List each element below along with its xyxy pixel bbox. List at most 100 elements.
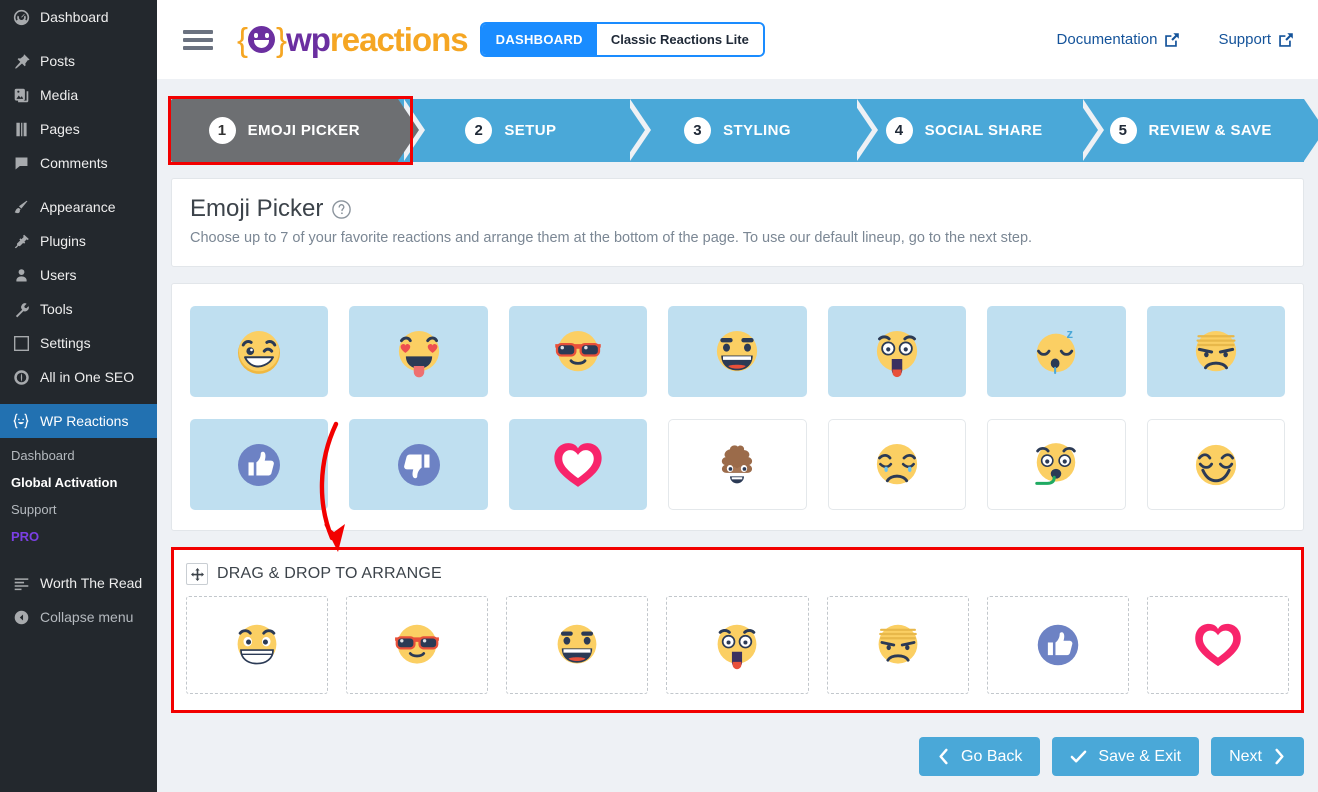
step-number: 4 xyxy=(885,117,913,144)
emoji-picker-header-card: Emoji Picker Choose up to 7 of your favo… xyxy=(171,178,1304,268)
emoji-tile-crying[interactable] xyxy=(827,419,967,511)
sidebar-item-pages[interactable]: Pages xyxy=(0,112,157,146)
sidebar-item-all-in-one-seo[interactable]: All in One SEO xyxy=(0,360,157,394)
sidebar-item-label: WP Reactions xyxy=(40,413,129,429)
plug-icon xyxy=(11,231,31,251)
arranged-tile-thumbs-up[interactable] xyxy=(986,596,1129,695)
sidebar-submenu: Dashboard Global Activation Support PRO xyxy=(0,438,157,556)
sidebar-item-comments[interactable]: Comments xyxy=(0,146,157,180)
step-number: 2 xyxy=(465,117,493,144)
sidebar-item-label: Users xyxy=(40,267,77,283)
submenu-item-support[interactable]: Support xyxy=(11,496,157,523)
sidebar-item-label: Media xyxy=(40,87,79,103)
collapse-icon xyxy=(11,607,31,627)
step-emoji-picker[interactable]: 1 EMOJI PICKER xyxy=(171,99,425,162)
chevron-left-icon xyxy=(939,748,948,765)
sidebar-divider xyxy=(0,394,157,404)
check-icon xyxy=(1071,750,1087,763)
arranged-tile-shocked[interactable] xyxy=(666,596,809,695)
arranged-tile-grin[interactable] xyxy=(186,596,329,695)
sidebar-item-worth-the-read[interactable]: Worth The Read xyxy=(0,566,157,600)
sidebar-item-dashboard[interactable]: Dashboard xyxy=(0,0,157,34)
support-link[interactable]: Support xyxy=(1218,31,1294,48)
next-button[interactable]: Next xyxy=(1211,737,1304,776)
documentation-label: Documentation xyxy=(1056,31,1158,48)
thumbs-up-emoji xyxy=(1037,625,1079,666)
sidebar-item-tools[interactable]: Tools xyxy=(0,292,157,326)
laughing-emoji xyxy=(557,625,597,664)
submenu-item-global-activation[interactable]: Global Activation xyxy=(11,469,157,496)
step-review-and-save[interactable]: 5 REVIEW & SAVE xyxy=(1077,99,1318,162)
sidebar-item-label: Posts xyxy=(40,53,76,69)
move-arrows-icon[interactable] xyxy=(186,563,208,586)
go-back-label: Go Back xyxy=(961,747,1023,765)
tab-dashboard[interactable]: DASHBOARD xyxy=(481,24,597,55)
emoji-tile-sleepy[interactable]: z xyxy=(987,306,1126,398)
arranged-tile-heart[interactable] xyxy=(1146,596,1289,695)
step-setup[interactable]: 2 SETUP xyxy=(397,99,651,162)
pin-icon xyxy=(11,51,31,71)
sidebar-item-wp-reactions[interactable]: WP Reactions xyxy=(0,404,157,438)
logo-brace-close: } xyxy=(276,20,287,58)
sidebar-item-settings[interactable]: Settings xyxy=(0,326,157,360)
tab-classic-reactions-lite[interactable]: Classic Reactions Lite xyxy=(596,24,763,55)
pages-icon xyxy=(11,119,31,139)
arrange-title: DRAG & DROP TO ARRANGE xyxy=(217,565,442,583)
emoji-tile-smiling[interactable] xyxy=(1146,419,1285,511)
poop-emoji xyxy=(722,445,753,484)
page-title: Emoji Picker xyxy=(190,195,324,222)
emoji-tile-shocked[interactable] xyxy=(827,306,967,398)
sidebar-item-media[interactable]: Media xyxy=(0,78,157,112)
thumbs-down-emoji xyxy=(397,443,440,486)
heart-eyes-tongue-emoji xyxy=(398,330,439,378)
sunglasses-cool-emoji xyxy=(555,330,601,372)
emoji-tile-thumbs-down[interactable] xyxy=(349,419,488,511)
brush-icon xyxy=(11,197,31,217)
emoji-row xyxy=(190,419,1285,511)
submenu-item-dashboard[interactable]: Dashboard xyxy=(11,442,157,469)
emoji-tile-laughing[interactable] xyxy=(668,306,807,398)
step-styling[interactable]: 3 STYLING xyxy=(624,99,878,162)
hamburger-icon[interactable] xyxy=(183,26,213,54)
sidebar-item-appearance[interactable]: Appearance xyxy=(0,190,157,224)
sidebar-collapse-menu[interactable]: Collapse menu xyxy=(0,600,157,634)
topbar-links: Documentation Support xyxy=(1057,31,1294,48)
external-link-icon xyxy=(1165,32,1180,47)
mode-toggle: DASHBOARD Classic Reactions Lite xyxy=(479,22,765,57)
arranged-tile-sunglasses-cool[interactable] xyxy=(346,596,489,695)
sidebar-item-label: Pages xyxy=(40,121,80,137)
documentation-link[interactable]: Documentation xyxy=(1057,31,1181,48)
support-label: Support xyxy=(1218,31,1271,48)
sidebar-divider xyxy=(0,34,157,44)
question-circle-icon[interactable] xyxy=(331,199,352,220)
wrench-icon xyxy=(11,299,31,319)
emoji-tile-heart-eyes-tongue[interactable] xyxy=(349,306,488,398)
sidebar-divider xyxy=(0,180,157,190)
arranged-tile-angry-sad[interactable] xyxy=(826,596,969,695)
submenu-item-pro[interactable]: PRO xyxy=(11,523,157,550)
step-number: 3 xyxy=(684,117,712,144)
drag-and-drop-arrange-panel: DRAG & DROP TO ARRANGE xyxy=(174,550,1301,711)
arranged-tile-laughing[interactable] xyxy=(506,596,649,695)
external-link-icon xyxy=(1279,32,1293,47)
save-and-exit-button[interactable]: Save & Exit xyxy=(1052,737,1200,776)
wizard-footer: Go Back Save & Exit Next xyxy=(157,723,1318,792)
emoji-tile-wink-grin[interactable] xyxy=(190,306,329,398)
go-back-button[interactable]: Go Back xyxy=(919,737,1041,776)
sidebar-item-plugins[interactable]: Plugins xyxy=(0,224,157,258)
emoji-tile-heart[interactable] xyxy=(508,419,648,511)
emoji-tile-thumbs-up[interactable] xyxy=(190,419,329,511)
step-social-share[interactable]: 4 SOCIAL SHARE xyxy=(850,99,1104,162)
sidebar-item-users[interactable]: Users xyxy=(0,258,157,292)
emoji-tile-sunglasses-cool[interactable] xyxy=(508,306,648,398)
emoji-tile-poop[interactable] xyxy=(668,419,807,511)
logo-brace-open: { xyxy=(237,20,248,58)
wp-reactions-smiley-icon xyxy=(11,411,31,431)
page-title-row: Emoji Picker xyxy=(190,195,1285,223)
emoji-tile-angry-sad[interactable] xyxy=(1146,306,1285,398)
page-description: Choose up to 7 of your favorite reaction… xyxy=(190,230,1033,246)
crying-emoji xyxy=(876,443,918,485)
emoji-tile-vomiting[interactable] xyxy=(987,419,1126,511)
sidebar-item-posts[interactable]: Posts xyxy=(0,44,157,78)
angry-sad-emoji xyxy=(1195,330,1236,372)
